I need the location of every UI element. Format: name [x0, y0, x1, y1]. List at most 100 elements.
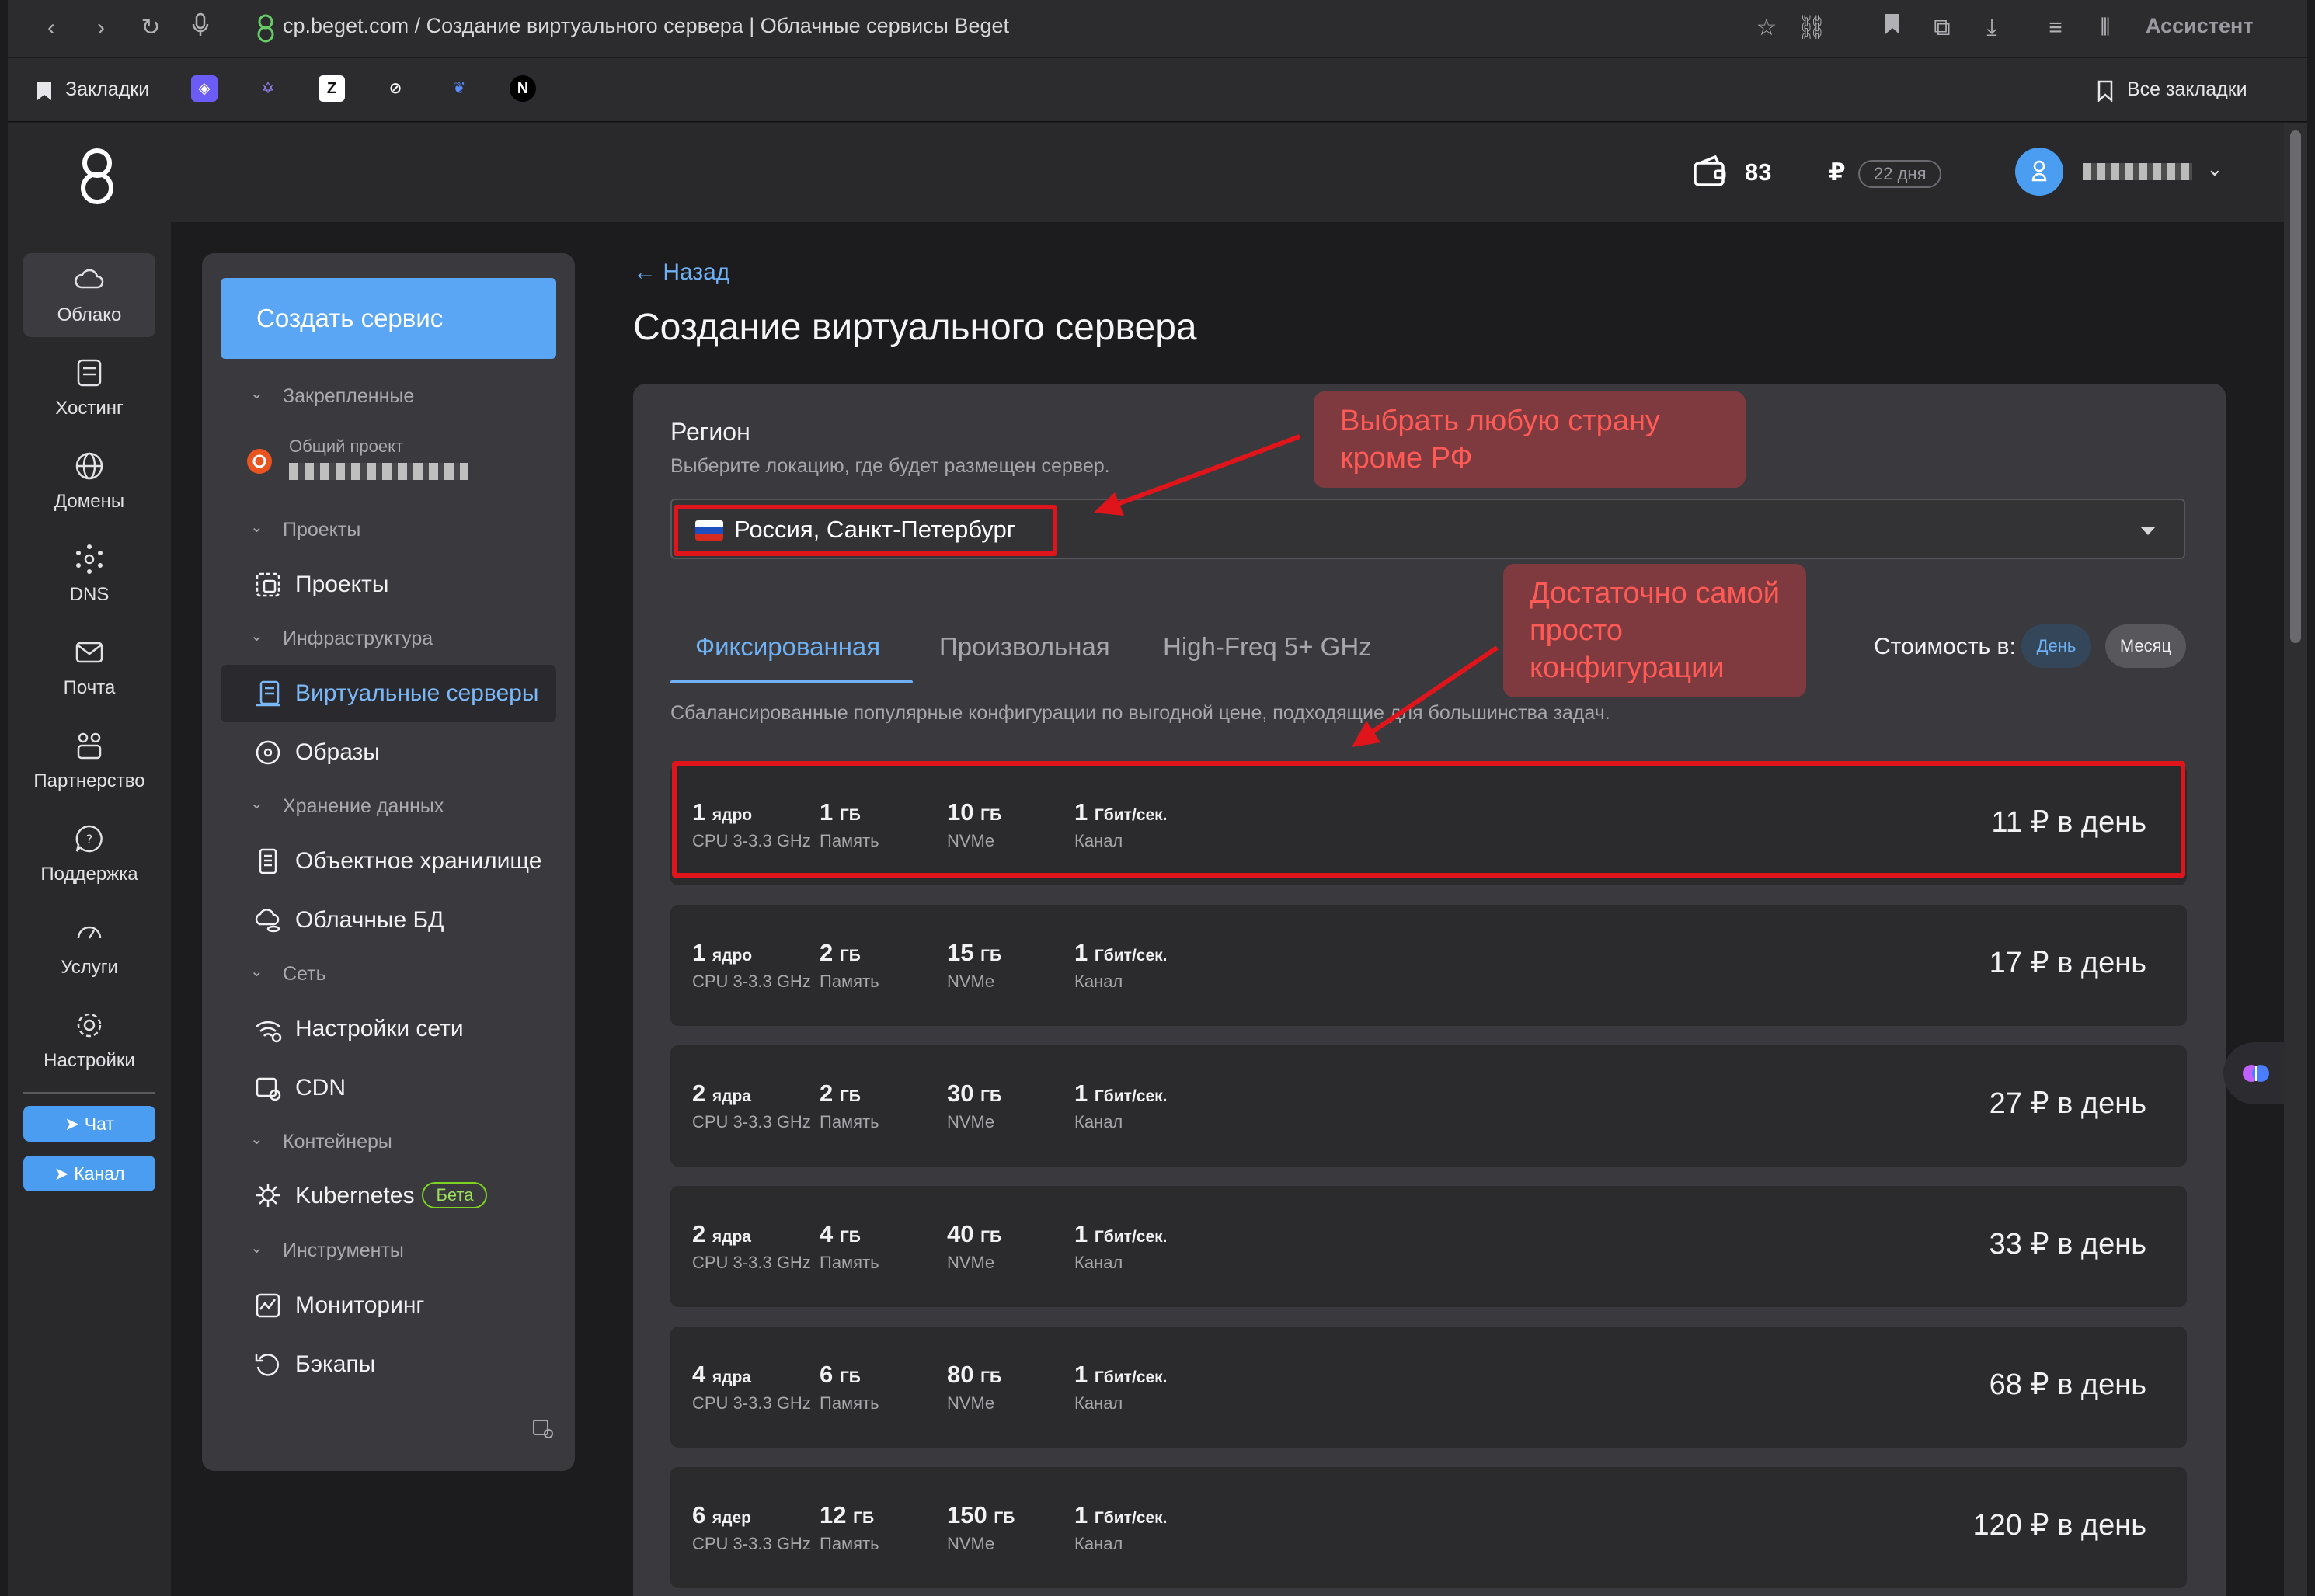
chevron-down-icon[interactable]: ⌄: [250, 961, 263, 981]
create-service-button[interactable]: Создать сервис: [221, 278, 556, 359]
rail-item-label: Настройки: [44, 1050, 135, 1071]
back-arrow-icon[interactable]: ‹: [36, 12, 67, 43]
nav-link-label: Объектное хранилище: [295, 848, 542, 874]
beget-logo-icon[interactable]: [70, 144, 124, 207]
section-infrastructure[interactable]: Инфраструктура: [283, 628, 433, 650]
scrollbar-thumb[interactable]: [2290, 130, 2301, 643]
globe-icon: [75, 452, 103, 480]
avatar[interactable]: [2015, 148, 2063, 196]
bookmark-site-icon[interactable]: ✡: [255, 75, 281, 102]
menu-lines-icon[interactable]: ≡: [2040, 12, 2071, 43]
section-containers[interactable]: Контейнеры: [283, 1131, 392, 1153]
days-left-badge: 22 дня: [1858, 160, 1942, 188]
rail-item-services[interactable]: Услуги: [23, 906, 155, 989]
chevron-down-icon[interactable]: ⌄: [2206, 157, 2223, 181]
section-projects[interactable]: Проекты: [283, 519, 360, 541]
rail-item-hosting[interactable]: Хостинг: [23, 346, 155, 430]
rail-item-mail[interactable]: Почта: [23, 626, 155, 710]
chat-button[interactable]: ➤ Чат: [23, 1106, 155, 1142]
project-name-redacted[interactable]: [289, 463, 468, 480]
nav-link-monitoring[interactable]: Мониторинг: [221, 1277, 556, 1334]
partners-icon: [77, 732, 102, 760]
bookmark-icon: [37, 82, 51, 100]
rail-item-domains[interactable]: Домены: [23, 440, 155, 523]
chevron-down-icon[interactable]: ⌄: [250, 384, 263, 403]
ai-assistant-floating-button[interactable]: [2223, 1042, 2285, 1104]
bookmark-icon[interactable]: [1877, 12, 1908, 43]
forward-arrow-icon[interactable]: ›: [85, 12, 117, 43]
chevron-down-icon[interactable]: ⌄: [250, 1129, 263, 1149]
nav-link-vps[interactable]: Виртуальные серверы: [221, 665, 556, 722]
reload-icon[interactable]: ↻: [135, 12, 166, 43]
rail-item-settings[interactable]: Настройки: [23, 999, 155, 1083]
nav-link-object-storage[interactable]: Объектное хранилище: [221, 833, 556, 890]
telegram-icon: ➤: [64, 1114, 85, 1134]
wallet-icon[interactable]: [1692, 154, 1728, 190]
chevron-down-icon[interactable]: ⌄: [250, 794, 263, 813]
cloud-icon: [75, 269, 104, 289]
annotation-arrows: [1094, 434, 1499, 747]
rail-item-label: Облако: [57, 304, 122, 325]
nav-link-label: Проекты: [295, 572, 389, 597]
microphone-icon[interactable]: [185, 12, 216, 43]
extensions-icon[interactable]: ⧉: [1927, 12, 1958, 43]
rail-item-partnership[interactable]: Партнерство: [23, 719, 155, 803]
currency-symbol: ₽: [1829, 158, 1846, 186]
server-config-card: Регион Выберите локацию, где будет разме…: [633, 384, 2226, 1596]
bookmark-site-icon[interactable]: ◈: [191, 75, 218, 102]
nav-link-images[interactable]: Образы: [221, 724, 556, 781]
bookmarks-folder[interactable]: Закладки: [65, 78, 149, 101]
section-network[interactable]: Сеть: [283, 963, 326, 986]
section-storage[interactable]: Хранение данных: [283, 795, 444, 818]
rail-item-dns[interactable]: DNS: [23, 533, 155, 617]
annotation-arrow-config: [1364, 645, 1499, 739]
bookmark-outline-icon: [2097, 80, 2113, 102]
nav-link-kubernetes[interactable]: Kubernetes Бета: [221, 1167, 556, 1224]
bookmark-site-icon[interactable]: N: [510, 75, 536, 102]
nav-link-label: Настройки сети: [295, 1016, 464, 1041]
app-header: 83 ₽ 22 дня ⌄: [8, 123, 2284, 222]
nav-link-cloud-db[interactable]: Облачные БД: [221, 892, 556, 949]
kubernetes-helm-icon: [256, 1184, 280, 1207]
bookmark-site-icon[interactable]: ❦: [446, 75, 472, 102]
nav-link-network-settings[interactable]: Настройки сети: [221, 1000, 556, 1058]
nav-link-backups[interactable]: Бэкапы: [221, 1336, 556, 1393]
nav-link-cdn[interactable]: CDN: [221, 1059, 556, 1117]
rail-item-support[interactable]: ? Поддержка: [23, 812, 155, 896]
beta-badge: Бета: [422, 1182, 488, 1208]
all-bookmarks[interactable]: Все закладки: [2127, 78, 2247, 101]
disc-image-icon: [256, 740, 280, 765]
user-icon: [2031, 160, 2047, 182]
link-icon[interactable]: ⛓: [1796, 12, 1827, 43]
download-icon[interactable]: ⤓: [1976, 12, 2007, 43]
panel-settings-icon[interactable]: [531, 1417, 555, 1440]
rail-item-label: Домены: [54, 491, 125, 512]
backup-restore-icon: [255, 1354, 279, 1376]
nav-panel: Создать сервис ⌄ Закрепленные Общий прое…: [202, 253, 575, 1471]
channel-label: Канал: [74, 1163, 125, 1184]
brain-icon: [2243, 1065, 2269, 1082]
gear-icon: [77, 1013, 102, 1038]
vps-server-icon: [256, 680, 280, 707]
section-tools[interactable]: Инструменты: [283, 1240, 404, 1262]
bookmark-site-icon[interactable]: Z: [319, 75, 345, 102]
bookmark-site-icon[interactable]: ⊘: [382, 75, 409, 102]
back-link[interactable]: ← Назад: [633, 259, 729, 286]
star-icon[interactable]: ☆: [1751, 12, 1782, 43]
chevron-down-icon[interactable]: ⌄: [250, 626, 263, 645]
wifi-settings-icon: [256, 1021, 282, 1043]
username-redacted[interactable]: [2084, 163, 2192, 180]
server-icon: [77, 359, 102, 387]
rail-item-cloud[interactable]: Облако: [23, 253, 155, 337]
chevron-down-icon[interactable]: ⌄: [250, 517, 263, 537]
nav-link-projects[interactable]: Проекты: [221, 556, 556, 614]
page-title: Создание виртуального сервера: [633, 307, 1197, 348]
section-pinned[interactable]: Закрепленные: [283, 385, 414, 408]
audio-wave-icon[interactable]: ⦀: [2090, 12, 2121, 43]
annotation-region-note: Выбрать любую страну кроме РФ: [1314, 391, 1746, 488]
telegram-icon: ➤: [54, 1163, 75, 1184]
chevron-down-icon[interactable]: ⌄: [250, 1238, 263, 1257]
address-bar[interactable]: cp.beget.com / Создание виртуального сер…: [283, 14, 1009, 38]
assistant-button[interactable]: Ассистент: [2146, 14, 2254, 38]
channel-button[interactable]: ➤ Канал: [23, 1156, 155, 1191]
